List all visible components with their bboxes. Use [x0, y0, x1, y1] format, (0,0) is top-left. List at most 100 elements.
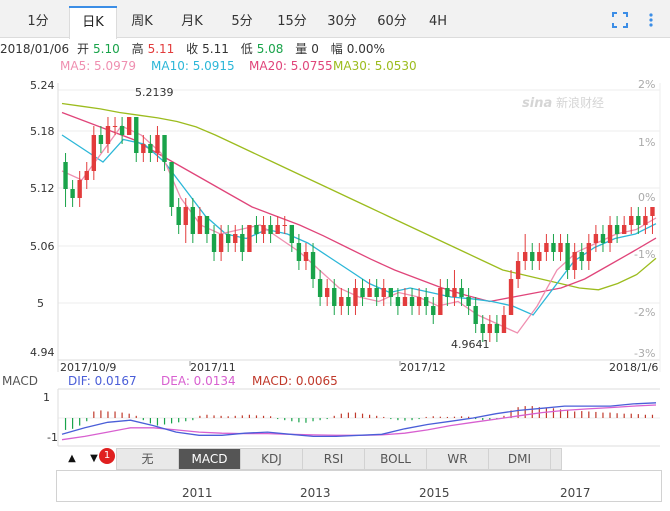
candle-body — [586, 243, 592, 261]
candle-body — [77, 180, 82, 198]
candle-body — [112, 126, 118, 127]
pct-tick: -2% — [634, 306, 655, 319]
navigator-year: 2013 — [300, 486, 331, 500]
high-annotation: 5.2139 — [135, 86, 174, 99]
pct-tick: -1% — [634, 248, 655, 261]
candle-body — [176, 207, 181, 225]
candle-body — [233, 234, 238, 243]
kline-chart[interactable]: sina 新浪财经 5.24 5.18 5.12 5.06 5 4.94 2% … — [0, 0, 670, 511]
candle-body — [70, 189, 75, 198]
y-tick: 5.12 — [30, 182, 55, 195]
candle-body — [339, 297, 344, 306]
candle-body — [268, 225, 273, 234]
candle-body — [551, 243, 556, 252]
candle-body — [254, 225, 259, 234]
indicator-rsi[interactable]: RSI — [303, 449, 365, 469]
candle-body — [621, 225, 627, 234]
candle-body — [508, 279, 514, 315]
candle-body — [530, 252, 535, 261]
price-grid — [57, 83, 661, 372]
candle-body — [395, 297, 401, 306]
candle-body — [438, 288, 443, 315]
dea-line — [61, 404, 657, 441]
candle-body — [402, 297, 408, 306]
candle-body — [565, 243, 570, 270]
macd-y-tick: 1 — [43, 391, 50, 404]
candle-body — [367, 288, 372, 297]
ma5-line — [61, 125, 657, 334]
candle-body — [522, 252, 528, 261]
macd-lines — [61, 402, 657, 441]
macd-y-tick: -1 — [47, 431, 58, 444]
candle-body — [289, 225, 295, 243]
ma10-line — [61, 134, 657, 316]
candle-body — [614, 225, 620, 234]
candle-body — [247, 225, 252, 252]
candle-body — [558, 243, 563, 252]
candle-body — [381, 288, 386, 297]
macd-grid — [57, 388, 660, 447]
candle-body — [155, 135, 160, 153]
indicator-macd[interactable]: MACD — [179, 449, 241, 469]
candle-body — [148, 144, 153, 153]
candle-body — [211, 234, 217, 252]
scroll-up-button[interactable]: ▲ — [62, 450, 82, 468]
candle-body — [466, 297, 471, 306]
candle-body — [409, 297, 415, 306]
candle-body — [593, 234, 599, 243]
indicator-tabs: 无 MACD KDJ RSI BOLL WR DMI — [116, 448, 562, 470]
candle-body — [197, 216, 203, 234]
candle-body — [105, 126, 111, 144]
candle-body — [416, 297, 422, 306]
y-tick: 5.18 — [30, 125, 55, 138]
indicator-boll[interactable]: BOLL — [365, 449, 427, 469]
x-tick: 2018/1/6 — [609, 361, 658, 374]
candle-body — [169, 162, 174, 207]
pct-tick: -3% — [634, 347, 655, 360]
notification-badge: 1 — [99, 448, 115, 464]
dif-legend: DIF: 0.0167 — [68, 374, 137, 388]
y-tick: 5.06 — [30, 240, 55, 253]
candle-body — [126, 117, 132, 135]
candle-body — [494, 324, 500, 333]
pct-tick: 1% — [638, 136, 655, 149]
candle-body — [346, 297, 351, 306]
svg-text:sina: sina — [522, 96, 552, 111]
candle-body — [459, 288, 464, 297]
candle-body — [353, 288, 358, 306]
y-tick: 4.94 — [30, 346, 55, 359]
candle-body — [134, 117, 139, 153]
navigator-year: 2011 — [182, 486, 213, 500]
indicator-dmi[interactable]: DMI — [489, 449, 551, 469]
candle-body — [388, 288, 394, 297]
ma20-line — [61, 111, 657, 303]
x-axis: 2017/10/9 2017/11 2017/12 2018/1/6 — [60, 361, 658, 374]
candle-body — [360, 288, 365, 297]
low-annotation: 4.9641 — [451, 338, 490, 351]
y-tick: 5.24 — [30, 79, 55, 92]
candle-body — [303, 252, 309, 261]
candle-body — [296, 243, 302, 261]
candle-body — [579, 252, 584, 261]
candle-body — [537, 252, 542, 261]
dea-legend: DEA: 0.0134 — [161, 374, 236, 388]
candle-body — [572, 252, 577, 270]
indicator-none[interactable]: 无 — [117, 449, 179, 469]
candle-body — [204, 216, 210, 234]
macd-value-legend: MACD: 0.0065 — [252, 374, 338, 388]
candle-body — [63, 162, 68, 189]
indicator-kdj[interactable]: KDJ — [241, 449, 303, 469]
x-tick: 2017/12 — [400, 361, 446, 374]
candle-body — [310, 252, 316, 279]
candle-body — [275, 225, 280, 234]
candle-body — [261, 225, 266, 234]
candle-body — [473, 306, 478, 324]
candle-body — [374, 288, 379, 297]
candle-body — [480, 324, 485, 333]
candle-body — [629, 216, 634, 225]
pct-tick: 2% — [638, 78, 655, 91]
candle-body — [162, 135, 167, 162]
navigator-year: 2017 — [560, 486, 591, 500]
indicator-wr[interactable]: WR — [427, 449, 489, 469]
candle-body — [190, 207, 196, 234]
